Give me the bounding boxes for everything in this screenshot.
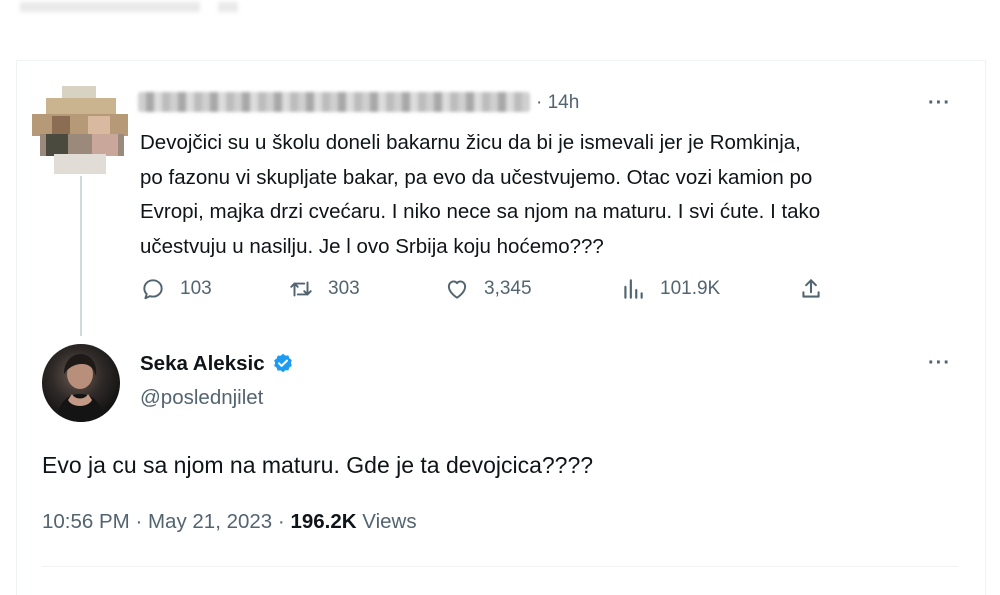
blurred-avatar[interactable] bbox=[32, 86, 128, 174]
views-label: Views bbox=[362, 510, 417, 533]
more-icon[interactable]: ··· bbox=[928, 92, 951, 115]
repost-count: 303 bbox=[328, 278, 360, 299]
avatar-image bbox=[56, 354, 106, 422]
share-icon bbox=[802, 279, 820, 298]
tweet-date[interactable]: May 21, 2023 bbox=[148, 510, 272, 533]
blurred-header-text bbox=[20, 2, 200, 12]
repost-icon bbox=[290, 281, 312, 297]
reply-count: 103 bbox=[180, 278, 212, 299]
reply-icon bbox=[143, 279, 163, 300]
tweet-text: Evo ja cu sa njom na maturu. Gde je ta d… bbox=[42, 452, 594, 478]
tweet-meta: 10:56 PM · May 21, 2023 · 196.2K Views bbox=[42, 510, 417, 534]
handle[interactable]: @poslednjilet bbox=[140, 386, 263, 410]
reply-text-line: učestvuju u nasilju. Je l ovo Srbija koj… bbox=[140, 234, 604, 258]
views-total: 196.2K bbox=[290, 510, 357, 533]
tweet-time[interactable]: 10:56 PM bbox=[42, 510, 130, 533]
more-icon[interactable]: ··· bbox=[928, 352, 951, 375]
share-button[interactable] bbox=[798, 276, 824, 302]
verified-icon[interactable] bbox=[271, 352, 295, 376]
top-strip bbox=[0, 0, 1000, 22]
divider bbox=[42, 566, 958, 567]
reply-timestamp[interactable]: · 14h bbox=[536, 92, 579, 114]
blurred-author-name[interactable] bbox=[138, 92, 530, 112]
thread-line bbox=[80, 176, 82, 336]
reply-button[interactable]: 103 bbox=[140, 276, 212, 302]
like-icon bbox=[447, 280, 467, 299]
meta-separator: · bbox=[135, 510, 143, 533]
like-count: 3,345 bbox=[484, 278, 532, 299]
reply-text-line: po fazonu vi skupljate bakar, pa evo da … bbox=[140, 165, 813, 189]
like-button[interactable]: 3,345 bbox=[444, 276, 532, 302]
views-count: 101.9K bbox=[660, 278, 721, 299]
display-name-row[interactable]: Seka Aleksic bbox=[140, 352, 295, 376]
blurred-header-text bbox=[218, 2, 238, 12]
meta-separator: · bbox=[277, 510, 285, 533]
reply-text-line: Evropi, majka drzi cvećaru. I niko nece … bbox=[140, 200, 821, 223]
display-name[interactable]: Seka Aleksic bbox=[140, 352, 265, 376]
reply-text: Devojčici su u školu doneli bakarnu žicu… bbox=[140, 126, 940, 264]
views-button[interactable]: 101.9K bbox=[620, 276, 720, 302]
views-icon bbox=[624, 279, 643, 299]
avatar[interactable] bbox=[42, 344, 120, 422]
reply-text-line: Devojčici su u školu doneli bakarnu žicu… bbox=[140, 131, 801, 154]
repost-button[interactable]: 303 bbox=[288, 276, 360, 302]
